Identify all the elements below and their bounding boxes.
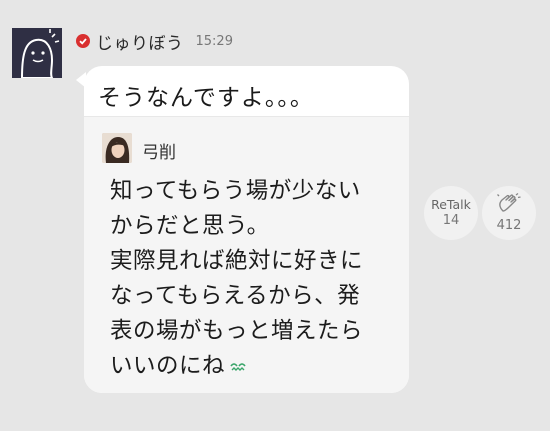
talk-post: じゅりぼう 15:29 そうなんですよ。。。 弓削 知ってもらう場が少ない から… [0, 0, 550, 431]
sender-avatar[interactable] [12, 28, 62, 78]
quote-line: いいのにね [110, 353, 226, 379]
sweat-emoji-icon [229, 349, 247, 384]
quote-line: 実際見れば絶対に好きに [110, 248, 364, 274]
quote-text: 知ってもらう場が少ない からだと思う。 実際見れば絶対に好きに なってもらえるか… [110, 174, 400, 384]
post-timestamp: 15:29 [195, 33, 233, 49]
quote-line: 知ってもらう場が少ない [110, 178, 361, 204]
quote-line: からだと思う。 [110, 213, 270, 239]
quoted-talk[interactable]: 弓削 知ってもらう場が少ない からだと思う。 実際見れば絶対に好きに なってもら… [84, 117, 409, 393]
retalk-count: 14 [442, 213, 460, 228]
quote-author-name[interactable]: 弓削 [142, 138, 176, 163]
post-header: じゅりぼう 15:29 [76, 28, 233, 54]
message-text: そうなんですよ。。。 [98, 85, 314, 111]
clap-icon [496, 192, 522, 217]
quote-last-line: いいのにね [110, 349, 400, 384]
retalk-button[interactable]: ReTalk 14 [424, 186, 478, 240]
sender-name[interactable]: じゅりぼう [96, 29, 184, 54]
retalk-label: ReTalk [431, 197, 471, 212]
verified-check-icon [76, 34, 90, 48]
clap-count: 412 [496, 217, 522, 233]
clap-button[interactable]: 412 [482, 186, 536, 240]
quote-line: なってもらえるから、発 [110, 283, 361, 309]
message-bubble[interactable]: そうなんですよ。。。 弓削 知ってもらう場が少ない からだと思う。 実際見れば絶… [76, 66, 409, 393]
quote-line: 表の場がもっと増えたら [110, 318, 364, 344]
avatar-illustration-icon [12, 28, 62, 78]
quote-author-avatar [102, 133, 132, 163]
